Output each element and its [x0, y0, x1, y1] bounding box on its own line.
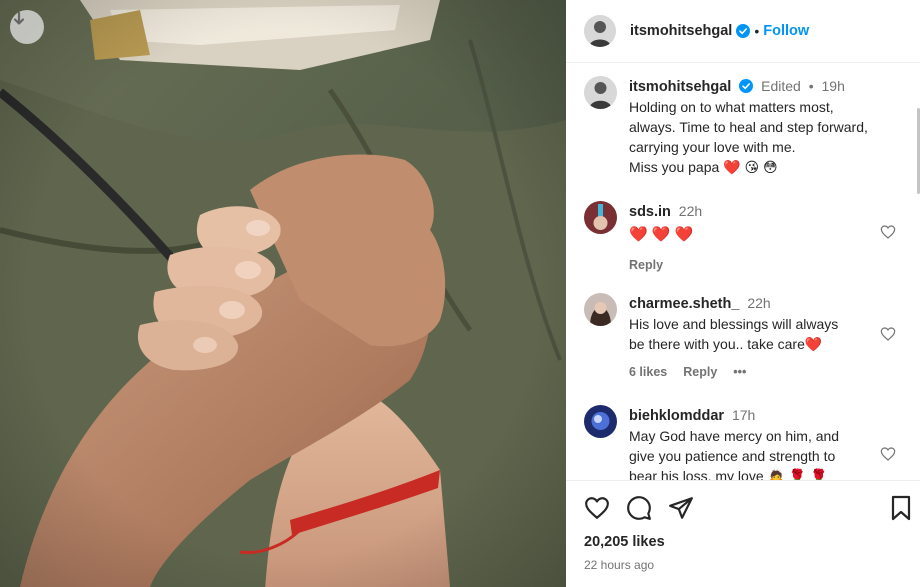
holding-hands-image: [0, 0, 566, 587]
comment-time[interactable]: 22h: [679, 203, 702, 219]
caption-separator: •: [808, 78, 814, 94]
follow-button[interactable]: Follow: [763, 23, 809, 39]
caption-avatar[interactable]: [584, 76, 617, 109]
profile-photo-icon: [584, 293, 617, 326]
comment-text-line: His love and blessings will always: [629, 316, 839, 332]
commenter-avatar[interactable]: [584, 201, 617, 234]
commenter-username[interactable]: charmee.sheth_: [629, 296, 739, 312]
comment-item: charmee.sheth_ 22h His love and blessing…: [584, 293, 884, 382]
comment-likes[interactable]: 6 likes: [629, 362, 667, 382]
caption-line: Holding on to what matters most,: [629, 99, 834, 115]
comment-text-line: be there with you.. take care❤️: [629, 336, 823, 352]
reply-button[interactable]: Reply: [629, 255, 663, 275]
bookmark-icon[interactable]: [890, 495, 912, 521]
caption-time[interactable]: 19h: [822, 78, 845, 94]
profile-photo-icon: [584, 405, 617, 438]
commenter-avatar[interactable]: [584, 293, 617, 326]
author-username[interactable]: itsmohitsehgal: [630, 23, 732, 39]
caption-line: always. Time to heal and step forward,: [629, 119, 868, 135]
comment-time[interactable]: 22h: [747, 295, 770, 311]
more-options-icon[interactable]: •••: [733, 362, 746, 382]
profile-photo-icon: [584, 201, 617, 234]
comment-item: sds.in 22h ❤️ ❤️ ❤️ Reply: [584, 201, 884, 275]
comment-text-line: give you patience and strength to: [629, 448, 836, 464]
post-actions: 20,205 likes 22 hours ago: [566, 480, 920, 587]
comment-bubble-icon[interactable]: [626, 495, 652, 521]
heart-icon[interactable]: [584, 495, 610, 521]
edited-label: Edited: [761, 78, 801, 94]
caption-username[interactable]: itsmohitsehgal: [629, 79, 731, 95]
likes-count[interactable]: 20,205 likes: [584, 534, 665, 550]
post-header: itsmohitsehgal • Follow: [566, 0, 920, 63]
post-timestamp[interactable]: 22 hours ago: [584, 558, 654, 572]
commenter-username[interactable]: biehklomddar: [629, 408, 724, 424]
caption-line: carrying your love with me.: [629, 139, 796, 155]
download-arrow-icon: [13, 11, 25, 25]
download-button[interactable]: [10, 10, 44, 44]
profile-photo-icon: [584, 15, 616, 47]
caption: itsmohitsehgal Edited • 19h Holding on t…: [584, 76, 884, 177]
post-sidebar: itsmohitsehgal • Follow itsmohitsehgal E…: [566, 0, 920, 587]
heart-icon[interactable]: [880, 224, 896, 240]
comment-item: biehklomddar 17h May God have mercy on h…: [584, 405, 884, 480]
reply-button[interactable]: Reply: [683, 362, 717, 382]
heart-icon[interactable]: [880, 446, 896, 462]
post-photo: [0, 0, 566, 587]
caption-emojis: ❤️ 😘 😳: [723, 159, 778, 175]
verified-badge-icon: [739, 79, 754, 93]
comments-list[interactable]: itsmohitsehgal Edited • 19h Holding on t…: [566, 64, 920, 480]
verified-badge-icon: [736, 24, 751, 38]
comment-text-line: bear his loss, my love 🙇 🌹 🌹: [629, 468, 828, 480]
profile-photo-icon: [584, 76, 617, 109]
comment-time[interactable]: 17h: [732, 407, 755, 423]
header-separator: •: [754, 23, 760, 39]
comment-text-line: May God have mercy on him, and: [629, 428, 840, 444]
caption-line: Miss you papa ❤️ 😘 😳: [629, 157, 868, 177]
comment-text: ❤️ ❤️ ❤️: [629, 226, 694, 243]
paper-plane-icon[interactable]: [668, 495, 694, 521]
heart-icon[interactable]: [880, 326, 896, 342]
caption-last-line: Miss you papa: [629, 159, 720, 175]
author-avatar[interactable]: [584, 15, 616, 47]
commenter-username[interactable]: sds.in: [629, 204, 671, 220]
comments-scrollbar[interactable]: [916, 68, 920, 472]
commenter-avatar[interactable]: [584, 405, 617, 438]
